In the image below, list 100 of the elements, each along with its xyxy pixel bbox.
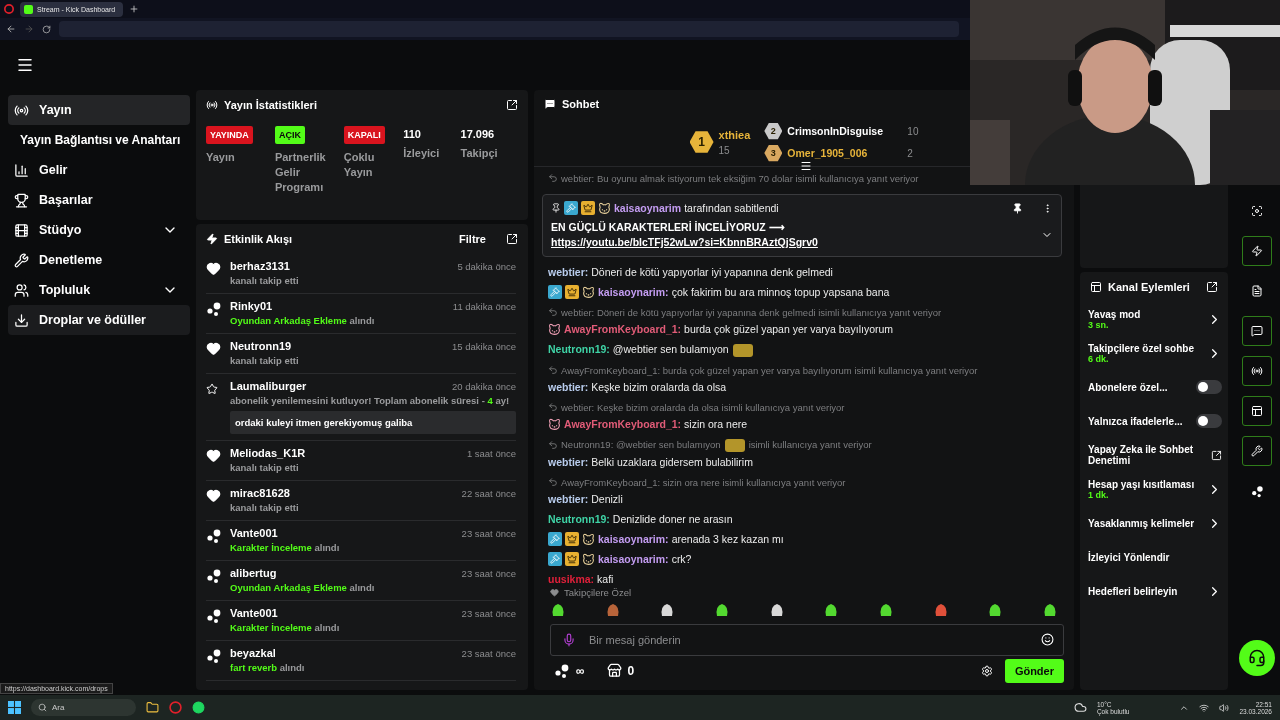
event-time: 23 saat önce <box>461 528 516 539</box>
chart-icon <box>14 162 29 178</box>
heart-icon <box>206 261 221 276</box>
stat-value: 110 <box>403 127 422 140</box>
action-item[interactable]: Takipçilere özel sohbe 6 dk. <box>1088 336 1222 370</box>
chat-username[interactable]: kaisaoynarim: <box>598 285 669 300</box>
store-icon[interactable] <box>606 663 622 679</box>
chat-username[interactable]: webtier: <box>548 265 589 280</box>
chat-username[interactable]: webtier: <box>548 455 589 470</box>
taskbar-search[interactable]: Ara <box>31 699 136 716</box>
chat-username[interactable]: webtier: <box>548 492 589 507</box>
action-value: 3 sn. <box>1088 319 1109 330</box>
tool-button[interactable] <box>1242 396 1272 426</box>
chat-username[interactable]: Neutronn19: <box>548 342 610 358</box>
sidebar-item[interactable]: Gelir <box>8 155 190 185</box>
chat-message: Keşke bizim oralarda da olsa <box>591 380 727 395</box>
action-item[interactable]: Yapay Zeka ile Sohbet Denetimi <box>1088 438 1222 472</box>
chat-username[interactable]: kaisaoynarim: <box>598 532 669 547</box>
pinned-by: tarafından sabitlendi <box>684 201 780 216</box>
sidebar-item[interactable]: Başarılar <box>8 185 190 215</box>
action-label: Yavaş mod <box>1088 308 1141 320</box>
gift-count: 15 <box>718 144 731 156</box>
stat-value: 17.096 <box>460 127 496 140</box>
action-label: İzleyici Yönlendir <box>1088 551 1170 563</box>
reply-context: isimli kullanıcıya yanıt veriyor <box>748 438 872 453</box>
tool-button[interactable] <box>1242 356 1272 386</box>
settings-icon[interactable] <box>980 665 993 677</box>
reply-context: webtier: Döneri de kötü yapıyorlar iyi yapanına denk gelmedi isimli kullanıcıya yanıt veriyor <box>561 306 942 320</box>
chat-username[interactable]: kaisaoynarim: <box>598 552 669 567</box>
cat-icon <box>548 323 561 336</box>
sidebar-item[interactable]: Stüdyo <box>8 215 190 245</box>
status-label: Çoklu Yayın <box>343 150 376 180</box>
chat-username[interactable]: AwayFromKeyboard_1: <box>564 417 682 432</box>
chat-username[interactable]: uusikma: <box>548 572 595 587</box>
help-button[interactable] <box>1239 640 1275 676</box>
action-item[interactable]: Yasaklanmış kelimeler <box>1088 506 1222 540</box>
event-username: beyazkal <box>230 647 276 659</box>
chat-icon <box>544 98 556 111</box>
layout-icon <box>1090 281 1102 293</box>
toggle-switch[interactable] <box>1196 380 1222 394</box>
action-item[interactable]: Yavaş mod 3 sn. <box>1088 302 1222 336</box>
sidebar-item[interactable]: Yayın <box>8 95 190 125</box>
pinned-link[interactable]: https://youtu.be/blcTFj52wLw?si=KbnnBRAztQjSgrv0 <box>551 236 818 248</box>
action-item[interactable]: Hesap yaşı kısıtlaması 1 dk. <box>1088 472 1222 506</box>
heart-icon <box>206 488 221 503</box>
emoji-icon[interactable] <box>1041 633 1054 646</box>
crown-icon <box>565 552 579 567</box>
volume-icon[interactable] <box>1219 702 1230 713</box>
sidebar-item[interactable]: Yayın Bağlantısı ve Anahtarı <box>8 125 190 155</box>
lightning-icon <box>1251 245 1263 257</box>
event-username: Vante001 <box>230 607 278 619</box>
back-icon[interactable] <box>6 24 16 34</box>
event-description: Karakter İnceleme alındı <box>230 542 341 553</box>
sidebar-item[interactable]: Droplar ve ödüller <box>8 305 190 335</box>
emote-section-label: Takipçilere Özel <box>564 587 632 598</box>
folder-icon[interactable] <box>146 701 159 714</box>
status-badge: KAPALI <box>343 126 385 144</box>
new-tab-icon[interactable] <box>129 4 140 14</box>
subscription-message: ordaki kuleyi itmen gerekiyomuş galiba <box>230 411 516 434</box>
sidebar-item[interactable]: Topluluk <box>8 275 190 305</box>
leader-name: CrimsonInDisguise <box>787 125 884 138</box>
event-description: Oyundan Arkadaş Ekleme alındı <box>230 582 376 593</box>
dots-icon <box>1250 484 1264 498</box>
event-time: 5 dakika önce <box>457 261 516 272</box>
action-item[interactable]: Hedefleri belirleyin <box>1088 574 1222 608</box>
event-username: Neutronn19 <box>230 340 292 352</box>
chat-message: crk? <box>671 552 692 567</box>
browser-icon[interactable] <box>169 701 182 714</box>
reply-icon <box>548 307 558 318</box>
chat-message: çok fakirim bu ara minnoş topup yapsana bana <box>671 285 890 300</box>
event-time: 23 saat önce <box>461 568 516 579</box>
dots-icon <box>206 648 222 664</box>
chat-username[interactable]: AwayFromKeyboard_1: <box>564 322 682 337</box>
emote-icon[interactable] <box>550 602 566 618</box>
event-time: 20 dakika önce <box>452 381 516 392</box>
music-app-icon[interactable] <box>192 701 205 714</box>
reload-icon[interactable] <box>42 24 51 34</box>
windows-icon[interactable] <box>8 701 21 714</box>
toggle-switch[interactable] <box>1196 414 1222 428</box>
reply-icon <box>548 365 558 376</box>
sidebar-item[interactable]: Denetleme <box>8 245 190 275</box>
wifi-icon[interactable] <box>1199 702 1210 713</box>
collapse-icon[interactable] <box>800 160 812 172</box>
filter-link[interactable]: Filtre <box>459 233 486 245</box>
tool-button[interactable] <box>1242 316 1272 346</box>
cat-icon <box>548 418 561 431</box>
unpin-icon[interactable] <box>1012 203 1023 214</box>
menu-icon[interactable] <box>16 56 34 74</box>
chat-username[interactable]: webtier: <box>548 380 589 395</box>
event-time: 22 saat önce <box>461 488 516 499</box>
action-item[interactable]: İzleyici Yönlendir <box>1088 540 1222 574</box>
event-description: fart reverb alındı <box>230 662 306 673</box>
chat-username: kaisaoynarim <box>614 201 682 216</box>
event-username: mirac81628 <box>230 487 290 499</box>
message-input[interactable]: Bir mesaj gönderin <box>550 624 1064 656</box>
action-label: Yapay Zeka ile Sohbet Denetimi <box>1088 444 1195 466</box>
users-icon <box>14 282 29 298</box>
send-button[interactable]: Gönder <box>1004 659 1064 683</box>
expand-icon <box>1206 281 1218 293</box>
chat-username[interactable]: Neutronn19: <box>548 512 610 527</box>
